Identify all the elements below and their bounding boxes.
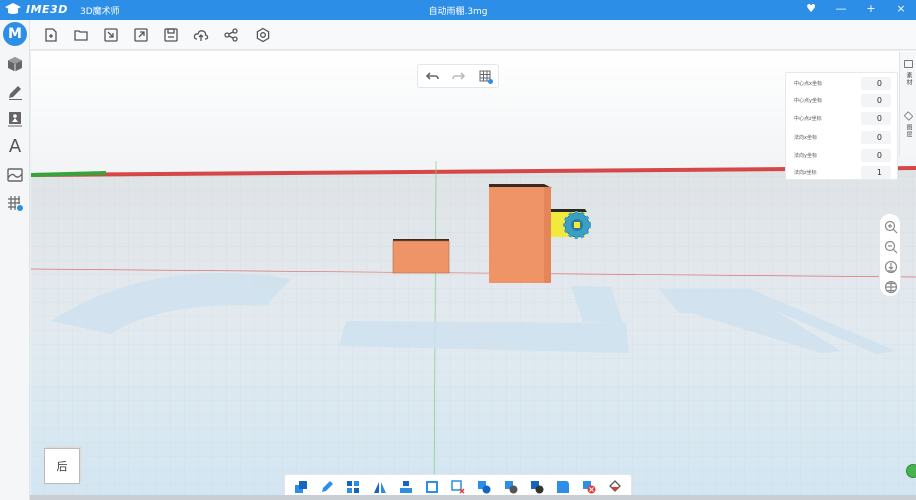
prop-row-center-z: 中心点z坐标 [786, 112, 899, 126]
main-toolbar [30, 20, 916, 50]
undo-icon[interactable] [424, 69, 440, 85]
normal-y-field[interactable] [861, 149, 891, 162]
tab-layers[interactable]: 图层 [900, 106, 916, 154]
prop-label: 中心点y坐标 [794, 98, 822, 104]
paint-bucket-icon[interactable] [608, 479, 622, 493]
union-icon[interactable] [477, 479, 491, 494]
group-icon[interactable] [294, 479, 308, 493]
image-icon[interactable] [5, 109, 25, 129]
normal-x-field[interactable] [861, 131, 891, 144]
file-name: 自动雨棚.3mg [428, 7, 488, 17]
open-folder-icon[interactable] [73, 27, 89, 43]
window-controls: ♥ — + × [804, 2, 908, 15]
export-icon[interactable] [133, 27, 149, 43]
prop-label: 中心点x坐标 [794, 81, 822, 87]
tab-label: 素材 [905, 72, 912, 86]
cloud-upload-icon[interactable] [193, 27, 209, 43]
prop-row-center-x: 中心点x坐标 [786, 77, 899, 91]
tab-label: 图层 [905, 124, 912, 138]
intersect-icon[interactable] [530, 479, 544, 494]
center-x-field[interactable] [861, 77, 891, 90]
text-icon[interactable]: A [5, 136, 25, 157]
zoom-controls [879, 213, 901, 297]
array-icon[interactable] [346, 479, 360, 493]
pen-icon[interactable] [5, 82, 25, 102]
prop-row-center-y: 中心点y坐标 [786, 94, 899, 108]
prop-row-normal-x: 法向x坐标 [786, 131, 899, 145]
prop-row-normal-y: 法向y坐标 [786, 149, 899, 163]
share-icon[interactable] [223, 27, 239, 43]
bottom-toolbar [284, 474, 632, 497]
delete-boundary-icon[interactable] [451, 479, 465, 494]
right-panel-tabs: 素材 图层 [899, 52, 916, 156]
save-icon[interactable] [163, 27, 179, 43]
remove-hole-icon[interactable] [582, 479, 596, 494]
subtract-icon[interactable] [504, 479, 518, 494]
gear-icon [563, 211, 591, 239]
align-icon[interactable] [399, 479, 413, 493]
prop-row-normal-z: 法向z坐标 [786, 166, 899, 180]
prop-label: 法向x坐标 [794, 135, 817, 141]
center-y-field[interactable] [861, 94, 891, 107]
zoom-out-icon[interactable] [884, 239, 898, 254]
zoom-in-icon[interactable] [884, 219, 898, 234]
new-file-icon[interactable] [43, 27, 59, 43]
settings-icon[interactable] [255, 27, 271, 43]
3d-viewport[interactable] [31, 51, 916, 500]
grid-toggle-icon[interactable] [478, 69, 494, 85]
title-bar: IME3D 3D魔术师 自动雨棚.3mg ♥ — + × [0, 0, 916, 20]
scene-canvas[interactable] [31, 51, 916, 500]
properties-panel: 中心点x坐标 中心点y坐标 中心点z坐标 法向x坐标 法向y坐标 法向z坐标 [785, 72, 898, 180]
undo-redo-bar [417, 64, 499, 88]
prop-label: 中心点z坐标 [794, 116, 822, 122]
redo-icon[interactable] [451, 69, 467, 85]
prop-label: 法向y坐标 [794, 153, 817, 159]
smooth-icon[interactable] [556, 479, 570, 493]
close-button[interactable]: × [894, 2, 908, 15]
fit-view-icon[interactable] [884, 259, 898, 274]
normal-z-field[interactable] [861, 166, 891, 179]
import-icon[interactable] [103, 27, 119, 43]
mirror-icon[interactable] [373, 479, 387, 493]
bounding-box-icon[interactable] [425, 479, 439, 493]
prop-label: 法向z坐标 [794, 170, 817, 176]
view-cube[interactable]: 后 [44, 448, 80, 484]
left-sidebar: M A [0, 20, 30, 500]
globe-icon[interactable] [884, 279, 898, 294]
grid-icon[interactable] [5, 193, 25, 213]
minimize-button[interactable]: — [834, 2, 848, 15]
cube-icon[interactable] [5, 54, 25, 74]
center-z-field[interactable] [861, 112, 891, 125]
account-dropdown-icon[interactable]: ♥ [804, 2, 818, 15]
materials-icon [904, 60, 913, 68]
taskbar-strip [30, 495, 916, 500]
edit-icon[interactable] [320, 479, 334, 493]
layers-icon [903, 111, 914, 121]
landscape-icon[interactable] [5, 165, 25, 185]
status-indicator[interactable] [906, 464, 916, 478]
maximize-button[interactable]: + [864, 2, 878, 15]
tab-materials[interactable]: 素材 [900, 54, 916, 102]
app-logo[interactable]: M [3, 22, 27, 46]
